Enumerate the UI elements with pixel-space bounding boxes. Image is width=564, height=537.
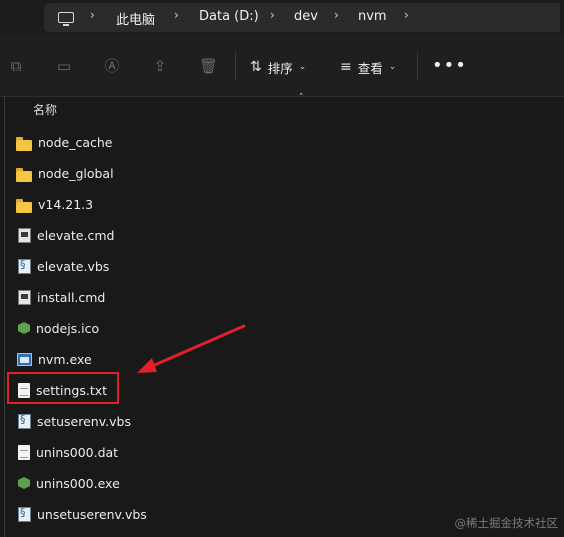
watermark: @稀土掘金技术社区 (454, 516, 559, 530)
annotation-arrow-icon (137, 324, 246, 373)
